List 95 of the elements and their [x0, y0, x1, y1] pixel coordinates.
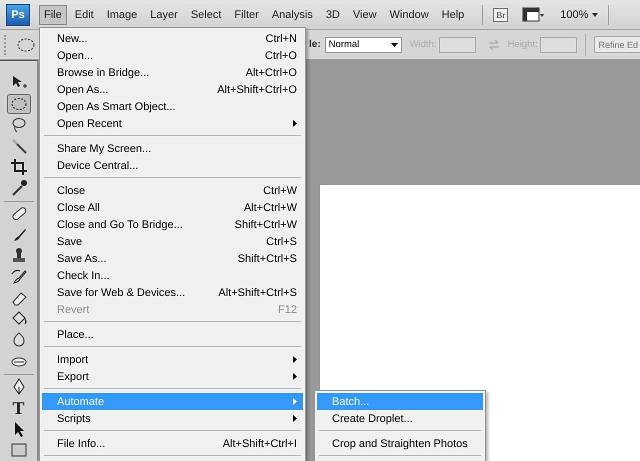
eyedropper-icon	[10, 178, 28, 197]
ellipse-marquee-icon	[16, 36, 36, 52]
shortcut-label: Alt+Ctrl+W	[244, 202, 297, 214]
menu-item[interactable]: Create Droplet...	[317, 410, 483, 427]
caret-icon	[592, 12, 598, 16]
menu-item[interactable]: Image	[102, 4, 142, 24]
menu-item[interactable]: Place...	[42, 326, 303, 343]
submenu-arrow-icon	[293, 356, 297, 363]
style-label: le:	[309, 39, 321, 50]
menu-item[interactable]: Device Central...	[42, 157, 303, 174]
swap-icon	[488, 40, 500, 50]
submenu-arrow-icon	[293, 415, 297, 422]
lasso-icon	[10, 116, 28, 134]
menu-item[interactable]: Select	[186, 4, 226, 24]
menu-item-label: Export	[57, 370, 89, 382]
menu-item-label: Close and Go To Bridge...	[57, 218, 183, 230]
type-tool[interactable]: T	[6, 398, 30, 418]
menu-item[interactable]: Close Ctrl+W	[42, 182, 303, 199]
shortcut-label: Shift+Ctrl+W	[234, 218, 297, 230]
zoom-dropdown[interactable]: 100%	[560, 8, 588, 20]
shortcut-label: Alt+Ctrl+O	[246, 66, 297, 78]
style-dropdown[interactable]: Normal	[324, 36, 402, 52]
menu-item-label: Place...	[57, 328, 94, 340]
menu-item[interactable]: Open Recent	[42, 115, 303, 132]
menu-item[interactable]: Help	[436, 4, 470, 24]
menu-item[interactable]: View	[348, 4, 382, 24]
menu-item-label: Open Recent	[57, 118, 122, 130]
menu-item[interactable]: Browse in Bridge... Alt+Ctrl+O	[42, 64, 303, 81]
shortcut-label: Alt+Shift+Ctrl+S	[218, 286, 297, 298]
menu-item-label: Open...	[57, 50, 94, 62]
menu-item[interactable]: Export	[42, 368, 303, 385]
menu-item[interactable]: Import	[42, 351, 303, 368]
screen-mode-icon	[522, 6, 544, 22]
height-field[interactable]	[540, 36, 577, 52]
shortcut-label: Ctrl+O	[264, 50, 297, 62]
shortcut-label: Ctrl+S	[266, 236, 297, 248]
menu-item-label: Save As...	[57, 252, 107, 264]
history-brush-icon	[10, 268, 28, 286]
width-field[interactable]	[438, 36, 476, 52]
menu-item[interactable]: Analysis	[266, 4, 318, 24]
submenu-arrow-icon	[293, 373, 297, 380]
menu-item[interactable]: Close and Go To Bridge... Shift+Ctrl+W	[42, 216, 303, 233]
shortcut-label: Ctrl+N	[266, 32, 297, 44]
menu-item-label: Save	[57, 236, 82, 248]
menu-item-label: Close All	[57, 202, 100, 214]
menu-item-label: Check In...	[57, 270, 110, 282]
menu-item[interactable]: Filter	[229, 4, 264, 24]
menu-item[interactable]: Save Ctrl+S	[42, 233, 303, 250]
menu-item-label: Automate	[57, 396, 104, 408]
menu-item[interactable]: Save As... Shift+Ctrl+S	[42, 250, 303, 267]
wand-icon	[10, 136, 28, 155]
menu-item[interactable]: Window	[384, 4, 434, 24]
submenu-arrow-icon	[293, 120, 297, 127]
caret-icon	[390, 42, 398, 46]
menu-item-label: Close	[57, 184, 86, 196]
menu-item[interactable]: Share My Screen...	[42, 140, 303, 157]
menu-item[interactable]: Edit	[70, 4, 99, 24]
menu-item-label: Crop and Straighten Photos	[332, 438, 468, 450]
menu-item[interactable]: File Info... Alt+Shift+Ctrl+I	[42, 435, 303, 452]
shortcut-label: Shift+Ctrl+S	[238, 252, 297, 264]
menu-item[interactable]: New... Ctrl+N	[42, 30, 303, 47]
menu-item-label: Create Droplet...	[332, 412, 413, 424]
menu-item-label: Open As Smart Object...	[57, 100, 176, 112]
menu-item[interactable]: Open As Smart Object...	[42, 98, 303, 115]
menu-item[interactable]: Layer	[145, 4, 183, 24]
menu-item[interactable]: Close All Alt+Ctrl+W	[42, 199, 303, 216]
menu-item-label: Browse in Bridge...	[57, 66, 150, 78]
menu-item[interactable]: Open As... Alt+Shift+Ctrl+O	[42, 81, 303, 98]
tool-button[interactable]	[6, 94, 30, 114]
menu-item[interactable]: Crop and Straighten Photos	[317, 435, 483, 452]
bridge-button[interactable]: Br	[493, 8, 508, 22]
menu-item-label: Device Central...	[57, 160, 138, 172]
shortcut-label: Alt+Shift+Ctrl+I	[222, 438, 297, 450]
menu-item-label: File Info...	[57, 438, 106, 450]
app-logo[interactable]: Ps	[6, 4, 30, 26]
menu-item[interactable]: 3D	[320, 4, 345, 24]
menu-item-label: Open As...	[57, 84, 108, 96]
menu-item-label: Revert	[57, 304, 90, 316]
refine-edge-button[interactable]: Refine Ed	[594, 36, 640, 53]
menu-item-label: Batch...	[332, 396, 370, 408]
shortcut-label: F12	[278, 304, 297, 316]
menu-item[interactable]: Scripts	[42, 410, 303, 427]
menu-item-label: Share My Screen...	[57, 142, 152, 154]
menu-item[interactable]: File	[39, 4, 67, 24]
submenu-arrow-icon	[293, 398, 297, 405]
menu-item-label: New...	[57, 32, 88, 44]
menu-item-label: Scripts	[57, 412, 91, 424]
menu-item-label: Save for Web & Devices...	[57, 286, 186, 298]
menu-item[interactable]: Open... Ctrl+O	[42, 47, 303, 64]
crop-icon	[10, 158, 28, 176]
menu-item[interactable]: Save for Web & Devices... Alt+Shift+Ctrl+S	[42, 284, 303, 301]
shortcut-label: Ctrl+W	[263, 184, 297, 196]
menu-item[interactable]: Check In...	[42, 267, 303, 284]
menu-item-label: Import	[57, 354, 88, 366]
shortcut-label: Alt+Shift+Ctrl+O	[217, 84, 297, 96]
